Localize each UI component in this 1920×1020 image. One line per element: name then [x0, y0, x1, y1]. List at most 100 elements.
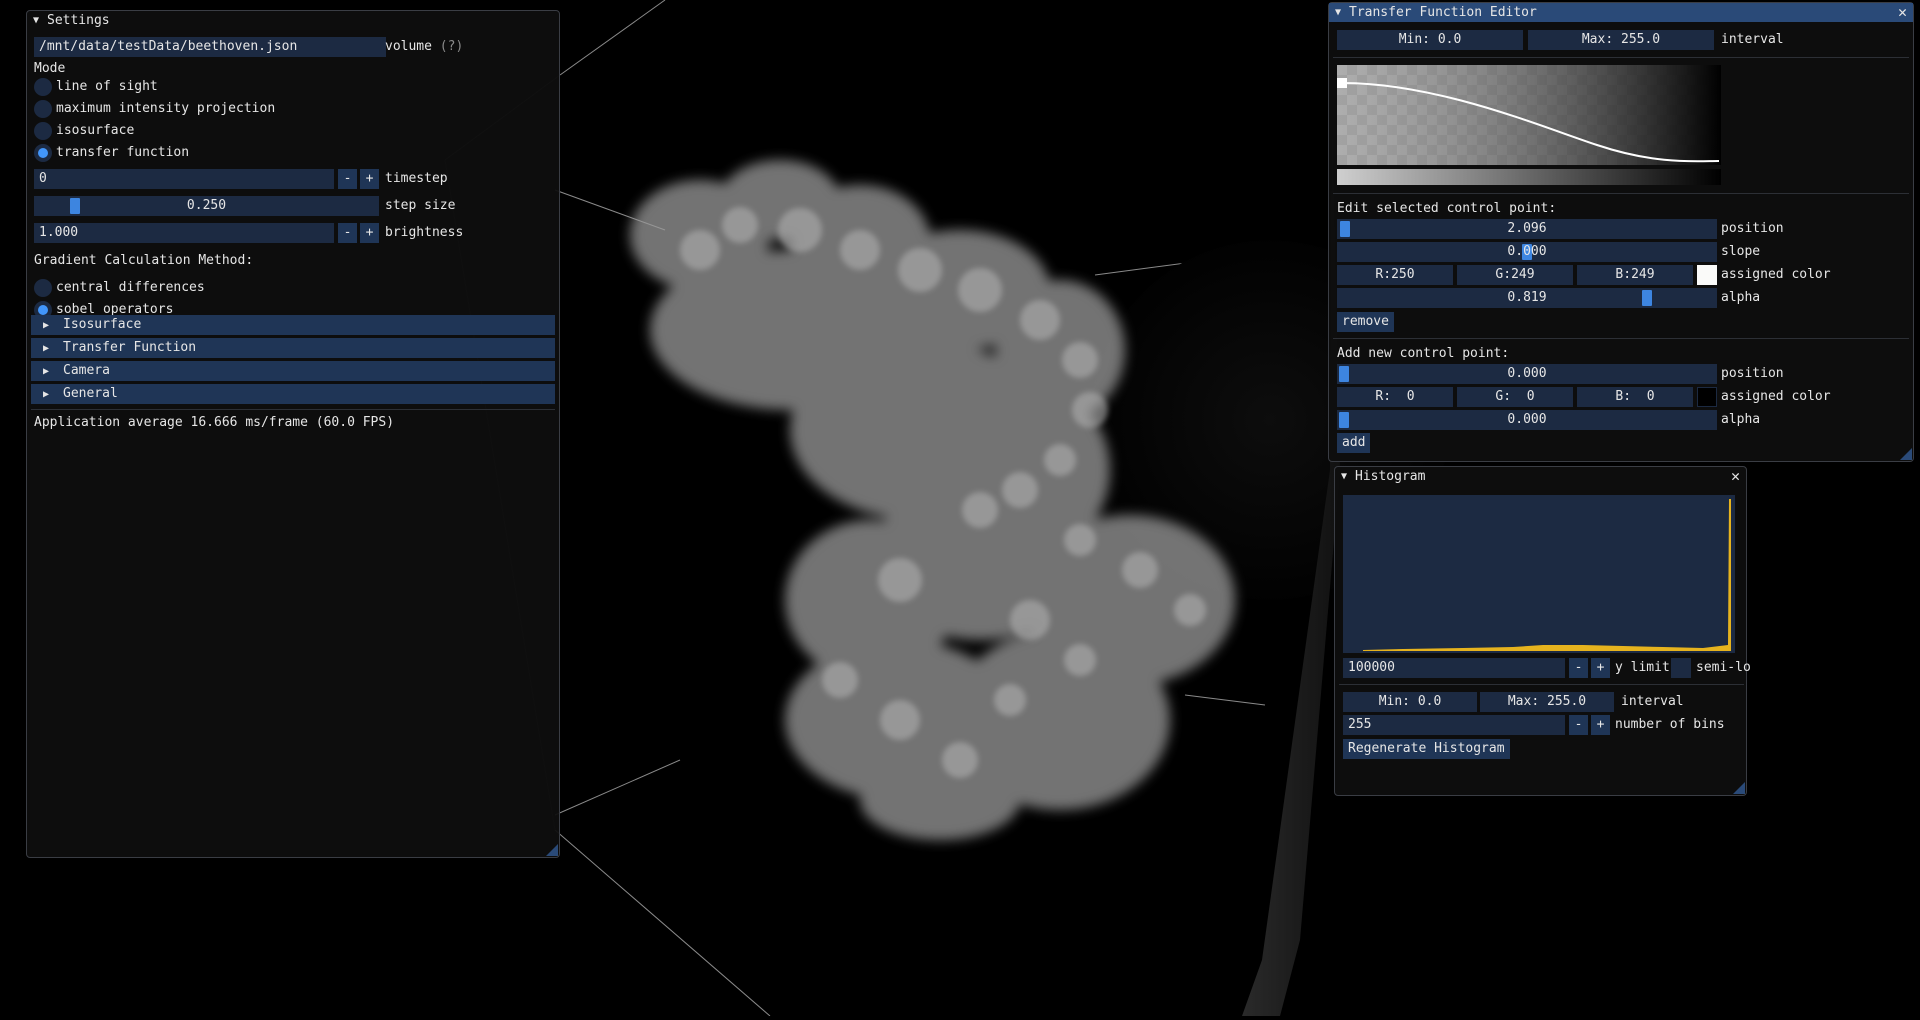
hist-min-field[interactable]: Min: 0.0: [1343, 692, 1477, 712]
edit-position-value: 2.096: [1507, 221, 1547, 236]
section-transfer-function[interactable]: ▶ Transfer Function: [31, 338, 555, 358]
volume-help-icon[interactable]: (?): [440, 39, 463, 54]
radio-icon[interactable]: [34, 144, 52, 162]
tf-min-field[interactable]: Min: 0.0: [1337, 30, 1523, 50]
increment-label: +: [1596, 660, 1605, 675]
brightness-increment-button[interactable]: +: [360, 223, 379, 243]
separator: [1339, 684, 1744, 685]
section-label: Camera: [63, 363, 110, 378]
histogram-title: Histogram: [1355, 469, 1426, 484]
timestep-decrement-button[interactable]: -: [338, 169, 357, 189]
edit-color-swatch[interactable]: [1697, 265, 1717, 285]
gradient-method-label: Gradient Calculation Method:: [34, 253, 254, 268]
radio-icon[interactable]: [34, 122, 52, 140]
tf-editor-window[interactable]: ▼ Transfer Function Editor ✕ Min: 0.0 Ma…: [1328, 2, 1914, 462]
edit-position-slider-grab[interactable]: [1340, 221, 1350, 237]
radio-icon[interactable]: [34, 279, 52, 297]
brightness-decrement-button[interactable]: -: [338, 223, 357, 243]
edit-assigned-color-label: assigned color: [1721, 267, 1831, 282]
bins-decrement-button[interactable]: -: [1569, 715, 1588, 735]
edit-b-field[interactable]: B:249: [1577, 265, 1693, 285]
slope-label: slope: [1721, 244, 1761, 259]
expand-arrow-icon: ▶: [43, 343, 50, 354]
semi-log-checkbox[interactable]: [1671, 658, 1691, 678]
histogram-window[interactable]: ▼ Histogram ✕ 100000 - + y limit semi-lo…: [1334, 466, 1751, 796]
add-position-slider-grab[interactable]: [1339, 366, 1349, 382]
separator: [1333, 57, 1909, 58]
tf-interval-label: interval: [1721, 32, 1784, 47]
bins-input[interactable]: 255: [1343, 715, 1565, 735]
resize-grip[interactable]: [546, 844, 558, 856]
brightness-label: brightness: [385, 225, 464, 240]
edit-alpha-slider-grab[interactable]: [1642, 290, 1652, 306]
volume-label-text: volume: [385, 39, 432, 54]
edit-g-field[interactable]: G:249: [1457, 265, 1573, 285]
tf-color-bar: [1337, 169, 1721, 185]
close-icon[interactable]: ✕: [1731, 469, 1740, 484]
add-color-swatch[interactable]: [1697, 387, 1717, 407]
gradient-option-label: central differences: [56, 280, 205, 295]
histogram-plot[interactable]: [1343, 495, 1735, 653]
hist-max-field[interactable]: Max: 255.0: [1480, 692, 1614, 712]
bins-increment-button[interactable]: +: [1591, 715, 1610, 735]
tf-editor-title: Transfer Function Editor: [1349, 5, 1537, 20]
histogram-titlebar[interactable]: ▼ Histogram ✕: [1335, 467, 1746, 486]
tf-editor-titlebar[interactable]: ▼ Transfer Function Editor ✕: [1329, 3, 1913, 22]
radio-selected-dot: [38, 305, 48, 315]
separator: [1333, 193, 1909, 194]
step-size-slider-grab[interactable]: [70, 198, 80, 214]
y-limit-decrement-button[interactable]: -: [1569, 658, 1588, 678]
fps-text: Application average 16.666 ms/frame (60.…: [34, 415, 395, 430]
brightness-input[interactable]: 1.000: [34, 223, 334, 243]
collapse-arrow-icon[interactable]: ▼: [1341, 471, 1355, 482]
step-size-slider[interactable]: 0.250: [34, 196, 379, 216]
edit-alpha-slider[interactable]: 0.819: [1337, 288, 1717, 308]
increment-label: +: [1596, 717, 1605, 732]
resize-grip[interactable]: [1900, 448, 1912, 460]
add-position-label: position: [1721, 366, 1784, 381]
settings-window[interactable]: ▼ Settings /mnt/data/testData/beethoven.…: [26, 10, 560, 858]
add-alpha-slider-grab[interactable]: [1339, 412, 1349, 428]
section-label: General: [63, 386, 118, 401]
volume-label: volume (?): [385, 37, 463, 57]
add-alpha-label: alpha: [1721, 412, 1761, 427]
y-limit-increment-button[interactable]: +: [1591, 658, 1610, 678]
remove-button[interactable]: remove: [1337, 312, 1394, 332]
section-general[interactable]: ▶ General: [31, 384, 555, 404]
expand-arrow-icon: ▶: [43, 366, 50, 377]
tf-curve-canvas[interactable]: [1337, 65, 1721, 165]
radio-icon[interactable]: [34, 100, 52, 118]
resize-grip[interactable]: [1733, 782, 1745, 794]
add-position-slider[interactable]: 0.000: [1337, 364, 1717, 384]
y-limit-input[interactable]: 100000: [1343, 658, 1565, 678]
add-alpha-slider[interactable]: 0.000: [1337, 410, 1717, 430]
edit-position-slider[interactable]: 2.096: [1337, 219, 1717, 239]
section-camera[interactable]: ▶ Camera: [31, 361, 555, 381]
close-icon[interactable]: ✕: [1898, 5, 1907, 20]
settings-titlebar[interactable]: ▼ Settings: [27, 11, 559, 30]
volume-path-input[interactable]: /mnt/data/testData/beethoven.json: [34, 37, 386, 57]
collapse-arrow-icon[interactable]: ▼: [33, 15, 47, 26]
section-label: Transfer Function: [63, 340, 197, 355]
timestep-increment-button[interactable]: +: [360, 169, 379, 189]
edit-r-field[interactable]: R:250: [1337, 265, 1453, 285]
separator: [31, 409, 555, 410]
timestep-input[interactable]: 0: [34, 169, 334, 189]
step-size-label: step size: [385, 198, 456, 213]
collapse-arrow-icon[interactable]: ▼: [1335, 7, 1349, 18]
tf-max-field[interactable]: Max: 255.0: [1528, 30, 1714, 50]
mode-option-label: maximum intensity projection: [56, 101, 276, 116]
edit-alpha-label: alpha: [1721, 290, 1761, 305]
section-isosurface[interactable]: ▶ Isosurface: [31, 315, 555, 335]
radio-icon[interactable]: [34, 78, 52, 96]
add-g-field[interactable]: G: 0: [1457, 387, 1573, 407]
add-button[interactable]: add: [1337, 433, 1371, 453]
y-limit-label: y limit: [1615, 660, 1670, 675]
bins-label: number of bins: [1615, 717, 1725, 732]
add-r-field[interactable]: R: 0: [1337, 387, 1453, 407]
semi-log-label: semi-lo: [1696, 660, 1751, 675]
slope-slider[interactable]: 0.000: [1337, 242, 1717, 262]
add-heading: Add new control point:: [1337, 346, 1510, 361]
regenerate-histogram-button[interactable]: Regenerate Histogram: [1343, 739, 1510, 759]
add-b-field[interactable]: B: 0: [1577, 387, 1693, 407]
